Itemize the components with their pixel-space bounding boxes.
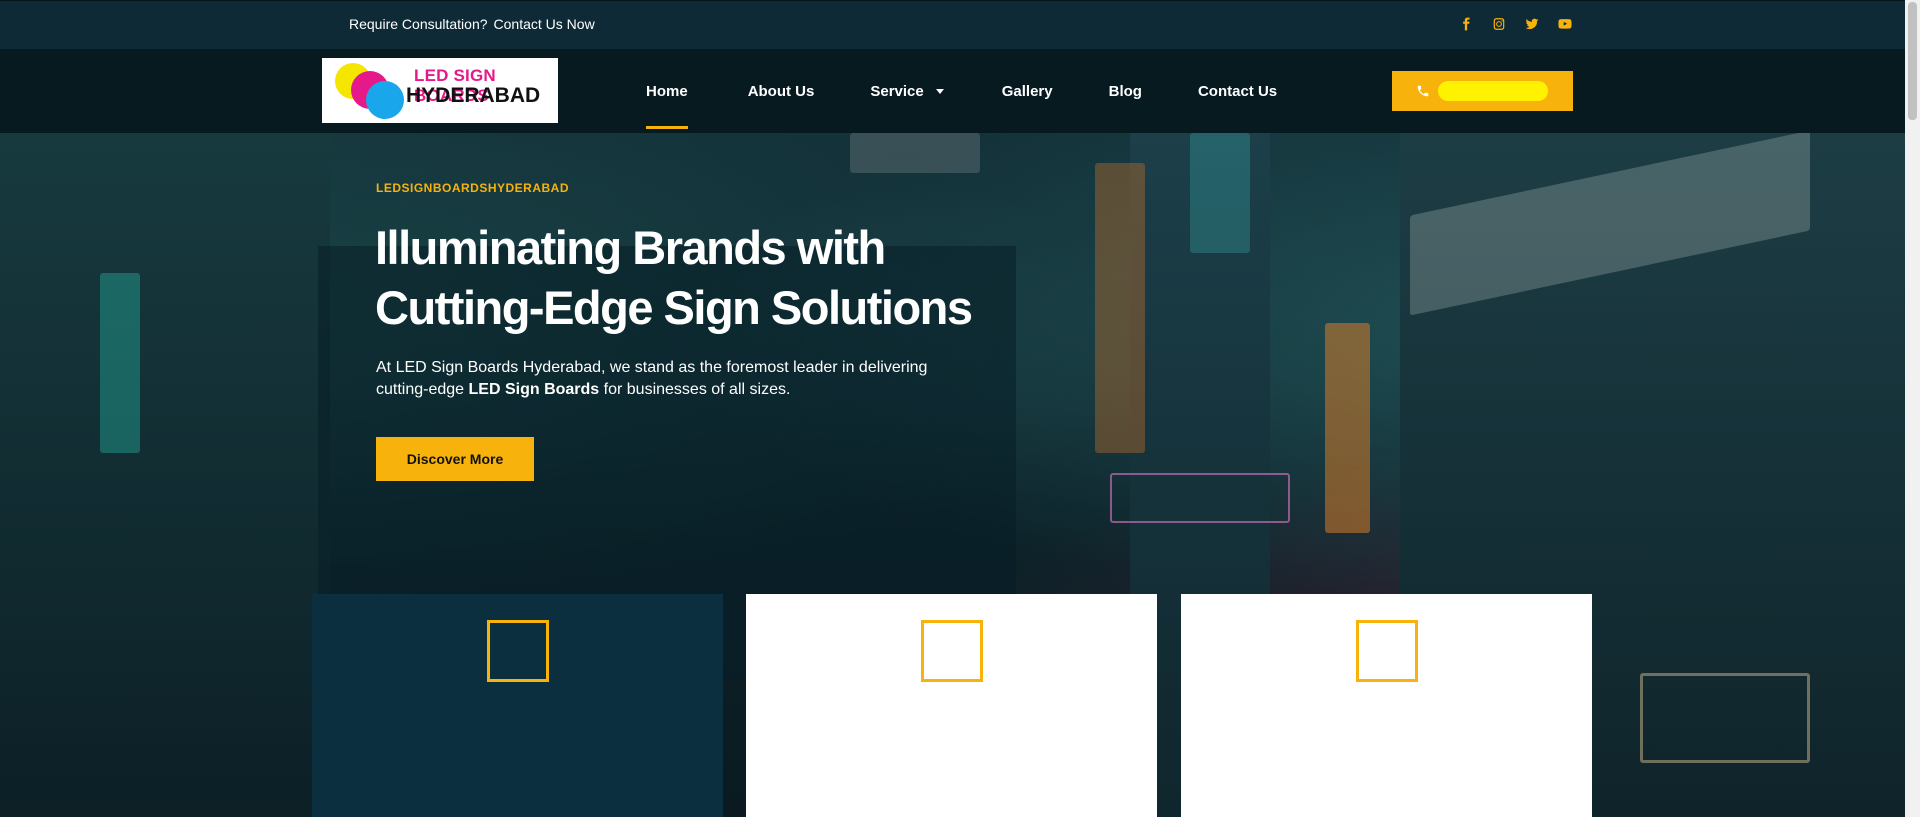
feature-icon xyxy=(487,620,549,682)
nav-item-label: Gallery xyxy=(1001,82,1053,100)
nav-item-label: Service xyxy=(870,82,924,100)
hero-desc-bold: LED Sign Boards xyxy=(468,381,600,398)
youtube-icon[interactable] xyxy=(1556,15,1574,33)
hero-title-line2: Cutting-Edge Sign Solutions xyxy=(375,281,973,334)
consultation-label: Require Consultation? xyxy=(349,16,488,32)
site-logo[interactable]: LED SIGN BOARDS HYDERABAD xyxy=(322,58,558,123)
caret-down-icon xyxy=(935,88,944,94)
contact-us-now-link[interactable]: Contact Us Now xyxy=(494,16,595,32)
instagram-icon[interactable] xyxy=(1490,15,1508,33)
phone-number-redacted xyxy=(1438,81,1548,101)
call-button[interactable] xyxy=(1392,71,1573,111)
hero-title-line1: Illuminating Brands with xyxy=(375,221,886,274)
nav-item-label: Blog xyxy=(1108,82,1142,100)
feature-card xyxy=(1181,594,1592,817)
consultation-text: Require Consultation? Contact Us Now xyxy=(349,16,595,32)
nav-item-home[interactable]: Home xyxy=(646,49,688,133)
feature-icon xyxy=(921,620,983,682)
nav-item-gallery[interactable]: Gallery xyxy=(1002,49,1053,133)
hero-bg-neon-sign xyxy=(1095,163,1145,453)
logo-line2: HYDERABAD xyxy=(406,84,541,107)
page-scrollbar[interactable] xyxy=(1905,0,1920,817)
hero-bg-neon-sign xyxy=(1110,473,1290,523)
main-navbar: LED SIGN BOARDS HYDERABAD Home About Us … xyxy=(0,49,1905,133)
hero-bg-neon-sign xyxy=(1640,673,1810,763)
facebook-icon[interactable] xyxy=(1457,15,1475,33)
hero-bg-neon-sign xyxy=(1325,323,1370,533)
top-bar: Require Consultation? Contact Us Now xyxy=(0,0,1905,49)
discover-more-button[interactable]: Discover More xyxy=(376,437,534,481)
hero-desc-after: for businesses of all sizes. xyxy=(603,381,791,398)
nav-item-blog[interactable]: Blog xyxy=(1109,49,1142,133)
feature-card xyxy=(312,594,723,817)
feature-card xyxy=(746,594,1157,817)
nav-item-service[interactable]: Service xyxy=(870,49,944,133)
phone-icon xyxy=(1417,85,1429,97)
social-links xyxy=(1457,15,1574,33)
nav-item-about[interactable]: About Us xyxy=(748,49,815,133)
twitter-icon[interactable] xyxy=(1523,15,1541,33)
hero-bg-neon-sign xyxy=(1190,133,1250,253)
nav-item-label: Home xyxy=(646,82,688,100)
nav-item-label: Contact Us xyxy=(1197,82,1278,100)
logo-blue-circle xyxy=(366,81,404,119)
nav-item-contact[interactable]: Contact Us xyxy=(1198,49,1277,133)
hero-bg-building-left xyxy=(0,133,330,817)
hero-title: Illuminating Brands with Cutting-Edge Si… xyxy=(375,218,995,338)
hero-description: At LED Sign Boards Hyderabad, we stand a… xyxy=(376,357,936,401)
nav-item-label: About Us xyxy=(747,82,815,100)
hero-bg-neon-sign xyxy=(100,273,140,453)
hero-bg-neon-sign xyxy=(850,133,980,173)
hero-eyebrow: LEDSIGNBOARDSHYDERABAD xyxy=(376,181,570,195)
feature-icon xyxy=(1356,620,1418,682)
scrollbar-thumb[interactable] xyxy=(1908,2,1917,120)
nav-menu: Home About Us Service Gallery Blog Conta… xyxy=(646,49,1337,133)
